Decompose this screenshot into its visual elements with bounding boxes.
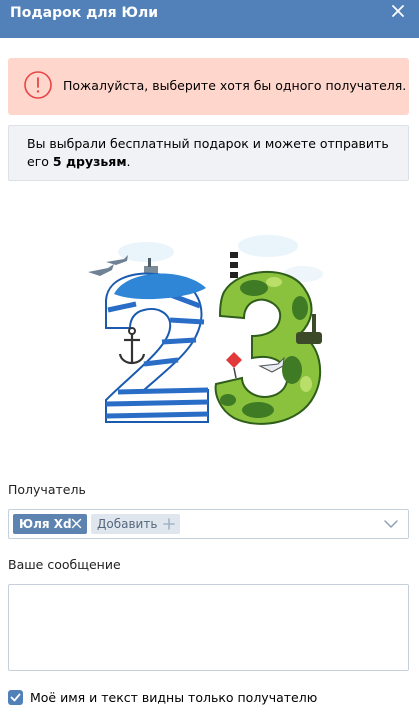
privacy-checkbox-row[interactable]: Моё имя и текст видны только получателю bbox=[8, 689, 328, 707]
add-recipient-label: Добавить bbox=[97, 517, 158, 531]
alert-circle-icon bbox=[24, 71, 52, 99]
recipient-label: Получатель bbox=[8, 482, 86, 497]
info-friends-count: 5 друзьям bbox=[52, 154, 127, 169]
message-textarea[interactable] bbox=[8, 584, 409, 671]
chevron-down-icon[interactable] bbox=[384, 519, 398, 529]
dialog-title: Подарок для Юли bbox=[10, 5, 159, 21]
close-icon[interactable] bbox=[389, 2, 407, 20]
plus-icon bbox=[163, 518, 175, 530]
remove-recipient-icon[interactable] bbox=[71, 518, 82, 529]
dialog-header: Подарок для Юли bbox=[0, 0, 419, 38]
info-banner: Вы выбрали бесплатный подарок и можете о… bbox=[8, 125, 409, 181]
error-banner: Пожалуйста, выберите хотя бы одного полу… bbox=[8, 58, 409, 115]
error-message: Пожалуйста, выберите хотя бы одного полу… bbox=[63, 78, 407, 93]
info-text: Вы выбрали бесплатный подарок и можете о… bbox=[27, 135, 402, 171]
info-text-end: . bbox=[126, 154, 131, 169]
recipient-picker[interactable]: Юля Xd Добавить bbox=[8, 509, 409, 539]
checkmark-icon bbox=[10, 693, 21, 702]
message-label: Ваше сообщение bbox=[8, 557, 121, 572]
privacy-checkbox[interactable] bbox=[8, 690, 23, 705]
recipient-chip: Юля Xd bbox=[13, 514, 87, 534]
gift-image bbox=[88, 235, 323, 425]
recipient-chip-name: Юля Xd bbox=[19, 517, 72, 531]
privacy-checkbox-label: Моё имя и текст видны только получателю bbox=[30, 690, 318, 705]
add-recipient-button[interactable]: Добавить bbox=[91, 514, 180, 534]
